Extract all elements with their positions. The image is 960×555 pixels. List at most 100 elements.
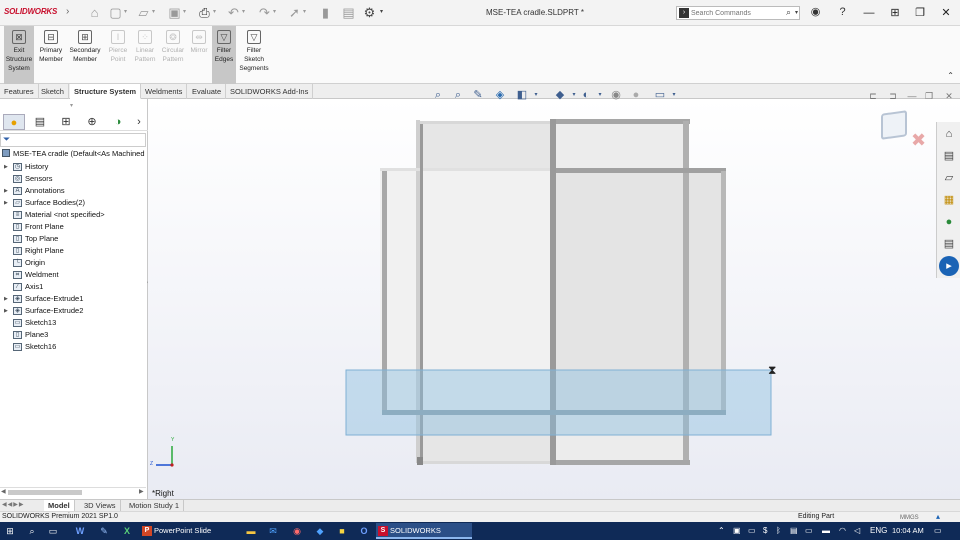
linear-pattern-button[interactable]: ⁘ Linear Pattern — [132, 26, 158, 84]
search-dropdown-icon[interactable]: ▾ — [795, 9, 798, 16]
zoom-to-fit-icon[interactable]: ⌕ — [430, 87, 446, 103]
link-views-icon[interactable]: ⊐ — [886, 89, 900, 103]
menu-expand-icon[interactable]: › — [66, 6, 69, 17]
tree-item-annotations[interactable]: ▶ A Annotations — [0, 185, 146, 197]
tree-item-front-plane[interactable]: ▯ Front Plane — [0, 221, 146, 233]
file-properties-icon[interactable]: ▤ — [341, 5, 356, 20]
previous-view-icon[interactable]: ✎ — [470, 87, 486, 103]
save-icon[interactable]: ▣ — [167, 5, 182, 20]
scrollbar-thumb[interactable] — [8, 490, 82, 495]
appearances-icon[interactable]: ● — [939, 212, 959, 232]
minimize-button[interactable]: — — [860, 4, 878, 22]
pierce-point-button[interactable]: I Pierce Point — [106, 26, 130, 84]
tab-features[interactable]: Features — [0, 84, 39, 99]
windows-start-icon[interactable]: ⊞ — [3, 524, 17, 538]
taskbar-app-solidworks[interactable]: S SOLIDWORKS Premiu... — [376, 523, 472, 551]
filter-edges-button[interactable]: ▽ Filter Edges — [212, 26, 236, 84]
save-dropdown-icon[interactable]: ▾ — [183, 8, 186, 15]
search-icon[interactable]: ⌕ — [786, 7, 791, 18]
search-input[interactable] — [691, 8, 781, 19]
mirror-button[interactable]: ⇹ Mirror — [187, 26, 211, 84]
tree-item-weldment[interactable]: ⌗ Weldment — [0, 269, 146, 281]
tree-item-top-plane[interactable]: ▯ Top Plane — [0, 233, 146, 245]
print-icon[interactable]: ⎙ — [197, 5, 212, 20]
select-dropdown-icon[interactable]: ▾ — [303, 8, 306, 15]
tree-item-sketch16[interactable]: ▭ Sketch16 — [0, 341, 146, 353]
filter-sketch-segments-button[interactable]: ▽ Filter Sketch Segments — [238, 26, 270, 84]
tab-structure-system[interactable]: Structure System — [70, 84, 142, 99]
status-help-icon[interactable]: ▴ — [936, 512, 940, 522]
bluetooth-icon[interactable]: ᛒ — [776, 524, 781, 538]
file-explorer-taskbar-icon[interactable]: ▬ — [244, 524, 258, 538]
wifi-icon[interactable]: ◠ — [839, 524, 846, 538]
mail-icon[interactable]: ✉ — [266, 524, 280, 538]
dimxpert-tab-icon[interactable]: ⊕ — [81, 114, 103, 130]
options-dropdown-icon[interactable]: ▾ — [380, 8, 383, 15]
tree-item-axis1[interactable]: ⁄ Axis1 — [0, 281, 146, 293]
taskbar-clock[interactable]: 10:04 AM — [892, 522, 924, 540]
tab-sketch[interactable]: Sketch — [37, 84, 69, 99]
tree-item-history[interactable]: ▶ ◷ History — [0, 161, 146, 173]
solidworks-logo[interactable]: SOLIDWORKS — [4, 7, 57, 16]
pen-app-icon[interactable]: ✎ — [97, 524, 111, 538]
tab-evaluate[interactable]: Evaluate — [188, 84, 227, 99]
hide-show-items-icon[interactable]: ◉ — [608, 87, 624, 103]
zoom-to-area-icon[interactable]: ⌕ — [450, 87, 466, 103]
search-commands-box[interactable]: › ⌕ ▾ — [676, 6, 800, 20]
tree-item-origin[interactable]: └ Origin — [0, 257, 146, 269]
new-icon[interactable]: ▢ — [108, 5, 123, 20]
notifications-icon[interactable]: ▭ — [934, 524, 942, 538]
configuration-manager-tab-icon[interactable]: ⊞ — [55, 114, 77, 130]
word-icon[interactable]: W — [73, 524, 87, 538]
graphics-area[interactable] — [148, 99, 960, 499]
tree-item-surface-extrude2[interactable]: ▶ ◈ Surface-Extrude2 — [0, 305, 146, 317]
design-library-icon[interactable]: ▤ — [939, 146, 959, 166]
tray-device-icon[interactable]: ▤ — [790, 524, 798, 538]
split-view-icon[interactable]: ⊏ — [866, 89, 880, 103]
rebuild-icon[interactable]: ▮ — [318, 5, 333, 20]
tree-item-sensors[interactable]: ◎ Sensors — [0, 173, 146, 185]
tab-weldments[interactable]: Weldments — [141, 84, 188, 99]
tray-display-icon[interactable]: ▭ — [748, 524, 756, 538]
tree-item-surface-bodies[interactable]: ▶ ▱ Surface Bodies(2) — [0, 197, 146, 209]
feature-manager-tab-icon[interactable]: ● — [3, 114, 25, 130]
section-view-icon[interactable]: ◈ — [492, 87, 508, 103]
undo-dropdown-icon[interactable]: ▾ — [242, 8, 245, 15]
primary-member-button[interactable]: ⊟ Primary Member — [36, 26, 66, 84]
new-dropdown-icon[interactable]: ▾ — [124, 8, 127, 15]
plane3-preview[interactable] — [345, 369, 772, 436]
battery-icon[interactable]: ▬ — [822, 524, 830, 538]
tree-item-surface-extrude1[interactable]: ▶ ◈ Surface-Extrude1 — [0, 293, 146, 305]
solidworks-forum-icon[interactable]: ▸ — [939, 256, 959, 276]
app-blue-icon[interactable]: ◆ — [313, 524, 327, 538]
expand-arrow-icon[interactable]: ▶ — [4, 161, 8, 173]
sticky-notes-icon[interactable]: ■ — [335, 524, 349, 538]
solidworks-resources-icon[interactable]: ⌂ — [939, 124, 959, 144]
display-manager-tab-icon[interactable]: ◑ — [107, 114, 129, 130]
tree-root-part[interactable]: MSE-TEA cradle (Default<As Machined — [2, 149, 145, 158]
app-red-icon[interactable]: ◉ — [290, 524, 304, 538]
tray-app-icon[interactable]: ▣ — [733, 524, 741, 538]
scroll-right-icon[interactable]: ▶ — [139, 488, 144, 495]
file-explorer-icon[interactable]: ▱ — [939, 168, 959, 188]
display-style-dropdown-icon[interactable]: ▾ — [592, 87, 608, 103]
dynamic-annotation-dropdown-icon[interactable]: ▾ — [528, 87, 544, 103]
open-dropdown-icon[interactable]: ▾ — [152, 8, 155, 15]
language-indicator[interactable]: ENG — [870, 524, 887, 538]
maximize-panel-icon[interactable]: ⊞ — [886, 4, 904, 22]
expand-arrow-icon[interactable]: ▶ — [4, 305, 8, 317]
more-tabs-icon[interactable]: › — [132, 114, 146, 130]
circular-pattern-button[interactable]: ❂ Circular Pattern — [159, 26, 187, 84]
open-icon[interactable]: ▱ — [136, 5, 151, 20]
taskbar-app-powerpoint[interactable]: P PowerPoint Slide Sho... — [140, 523, 232, 551]
property-manager-tab-icon[interactable]: ▤ — [29, 114, 51, 130]
show-hidden-icons-icon[interactable]: ⌃ — [718, 524, 725, 538]
excel-icon[interactable]: X — [120, 524, 134, 538]
redo-icon[interactable]: ↷ — [257, 5, 272, 20]
edit-appearance-icon[interactable]: ● — [628, 87, 644, 103]
tray-monitor-icon[interactable]: ▭ — [805, 524, 813, 538]
cancel-x-icon[interactable]: ✖ — [911, 130, 926, 151]
panel-horizontal-scrollbar[interactable]: ◀ ▶ — [0, 487, 146, 496]
tree-item-plane3[interactable]: ▯ Plane3 — [0, 329, 146, 341]
viewport-close-icon[interactable]: ✕ — [942, 89, 956, 103]
